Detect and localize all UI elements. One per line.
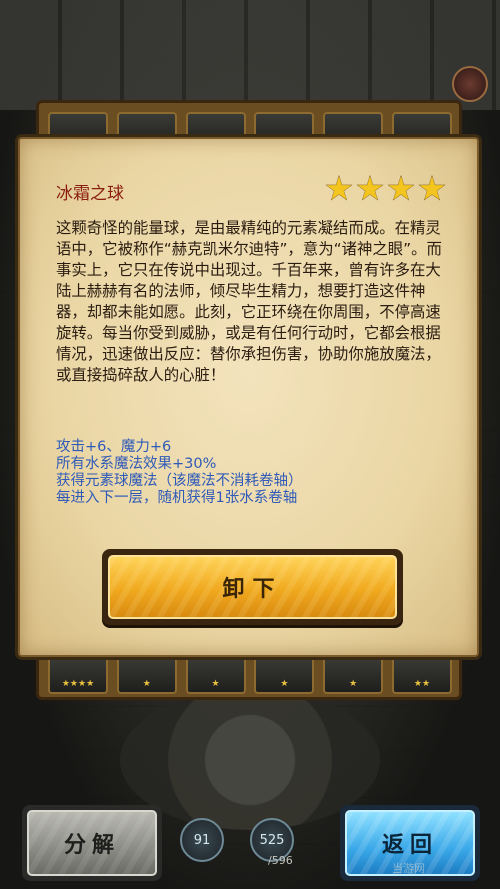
slot-star-icon: ★★ (413, 679, 431, 689)
unequip-label: 卸下 (222, 577, 283, 602)
star-icon (387, 175, 415, 201)
equipment-slot[interactable]: ★ (323, 656, 384, 694)
stat-line: 获得元素球魔法（该魔法不消耗卷轴） (56, 473, 303, 489)
unequip-button-face[interactable]: 卸下 (108, 555, 397, 619)
decompose-button[interactable]: 分解 (22, 805, 162, 881)
slot-star-icon: ★ (349, 679, 358, 689)
counter-total: /596 (268, 854, 293, 867)
decompose-label: 分解 (63, 833, 120, 858)
equipment-slot[interactable]: ★ (185, 656, 246, 694)
equipment-slot-row-bottom: ★★★★ ★ ★ ★ ★ ★★ (48, 656, 452, 694)
unequip-button[interactable]: 卸下 (102, 549, 403, 625)
slot-star-icon: ★ (142, 679, 151, 689)
star-icon (418, 175, 446, 201)
star-icon (325, 175, 353, 201)
dungeon-wall (0, 0, 500, 110)
item-description: 这颗奇怪的能量球，是由最精纯的元素凝结而成。在精灵语中，它被称作“赫克凯米尔迪特… (56, 219, 442, 384)
item-stats: 攻击+6、魔力+6 所有水系魔法效果+30% 获得元素球魔法（该魔法不消耗卷轴）… (56, 439, 456, 507)
decompose-button-face[interactable]: 分解 (27, 810, 157, 876)
item-name: 冰霜之球 (56, 184, 124, 204)
stat-line: 所有水系魔法效果+30% (56, 456, 217, 472)
counter-badge: 91 (180, 818, 224, 862)
item-detail-panel: 冰霜之球 这颗奇怪的能量球，是由最精纯的元素凝结而成。在精灵语中，它被称作“赫克… (18, 137, 479, 657)
equipment-slot[interactable]: ★ (254, 656, 315, 694)
corner-portrait-icon[interactable] (452, 66, 488, 102)
star-icon (356, 175, 384, 201)
back-label: 返回 (381, 833, 438, 858)
slot-star-icon: ★★★★ (61, 679, 95, 689)
item-rating (325, 175, 446, 203)
equipment-slot[interactable]: ★★★★ (48, 656, 108, 694)
stat-line: 每进入下一层，随机获得1张水系卷轴 (56, 490, 298, 506)
watermark: 当游网 (392, 862, 425, 875)
stat-line: 攻击+6、魔力+6 (56, 439, 172, 455)
slot-star-icon: ★ (211, 679, 220, 689)
slot-star-icon: ★ (280, 679, 289, 689)
equipment-slot[interactable]: ★ (116, 656, 177, 694)
equipment-slot[interactable]: ★★ (391, 656, 452, 694)
